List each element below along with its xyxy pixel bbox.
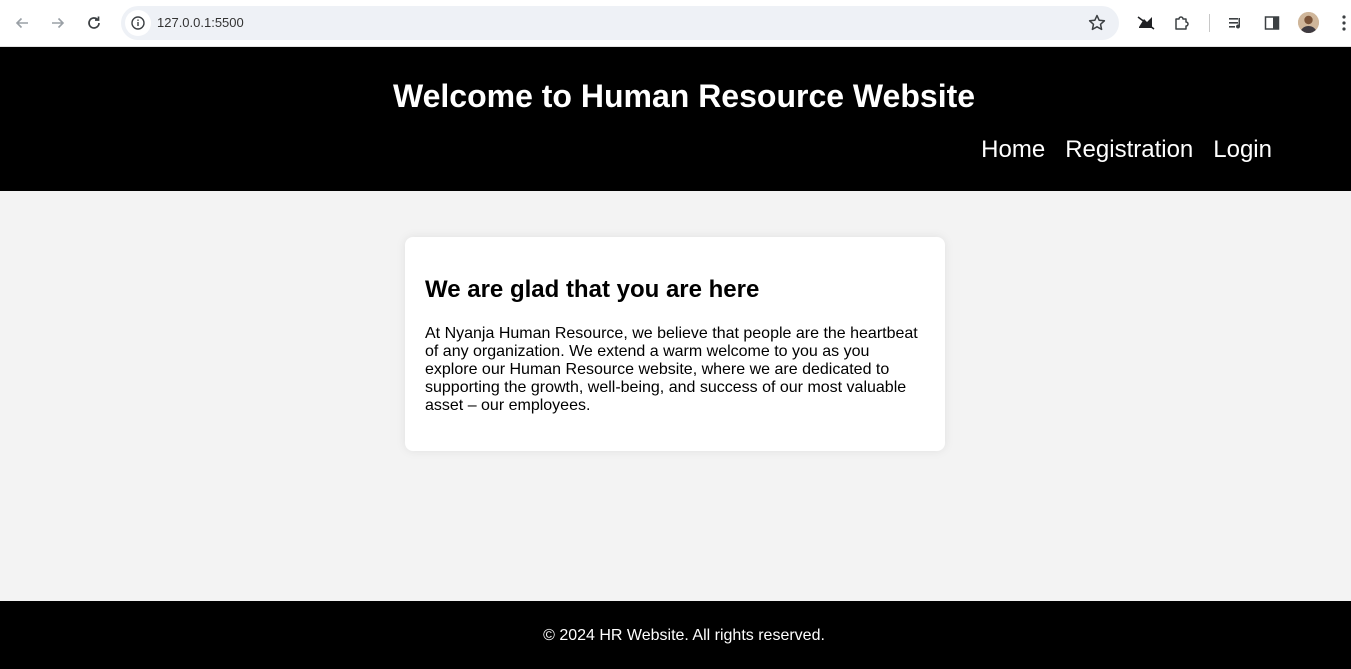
extension-icon[interactable]: [1135, 12, 1157, 34]
welcome-text: At Nyanja Human Resource, we believe tha…: [425, 325, 918, 414]
puzzle-icon[interactable]: [1171, 12, 1193, 34]
profile-avatar[interactable]: [1298, 12, 1319, 33]
toolbar-divider: [1209, 14, 1210, 32]
back-arrow-icon[interactable]: [10, 11, 34, 35]
copyright-text: © 2024 HR Website. All rights reserved.: [543, 627, 825, 644]
nav-link-home[interactable]: Home: [981, 135, 1045, 165]
welcome-card: We are glad that you are here At Nyanja …: [405, 237, 945, 451]
main-nav: Home Registration Login: [981, 135, 1272, 165]
bookmark-star-icon[interactable]: [1087, 13, 1107, 33]
side-panel-icon[interactable]: [1261, 12, 1283, 34]
site-header: Welcome to Human Resource Website Home R…: [0, 47, 1351, 191]
media-control-icon[interactable]: [1225, 12, 1247, 34]
nav-link-registration[interactable]: Registration: [1065, 135, 1193, 165]
welcome-heading: We are glad that you are here: [425, 276, 760, 303]
address-bar[interactable]: 127.0.0.1:5500: [121, 6, 1119, 40]
forward-arrow-icon[interactable]: [46, 11, 70, 35]
reload-icon[interactable]: [82, 11, 106, 35]
site-footer: © 2024 HR Website. All rights reserved.: [0, 601, 1351, 669]
more-menu-icon[interactable]: [1333, 12, 1351, 34]
site-info-icon[interactable]: [125, 10, 151, 36]
browser-toolbar: 127.0.0.1:5500: [0, 0, 1351, 47]
nav-link-login[interactable]: Login: [1213, 135, 1272, 165]
site-title: Welcome to Human Resource Website: [392, 78, 976, 114]
url-text[interactable]: 127.0.0.1:5500: [157, 15, 244, 30]
